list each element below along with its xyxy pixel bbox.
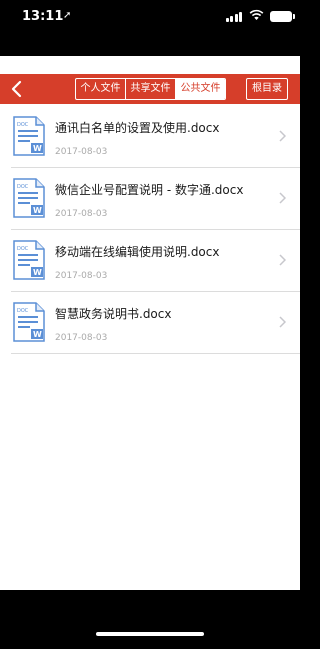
tab-shared-files[interactable]: 共享文件 bbox=[126, 79, 176, 99]
svg-text:DOC: DOC bbox=[17, 184, 29, 190]
chevron-right-icon bbox=[279, 130, 286, 142]
status-bar: 13:11 ➚ bbox=[0, 0, 300, 34]
status-time: 13:11 bbox=[22, 9, 64, 24]
nav-bar: 个人文件 共享文件 公共文件 根目录 bbox=[0, 74, 300, 104]
svg-text:DOC: DOC bbox=[17, 308, 29, 314]
file-list: DOC W 通讯白名单的设置及使用.docx 2017-08-03 DOC W … bbox=[0, 106, 300, 354]
file-tabs: 个人文件 共享文件 公共文件 bbox=[75, 78, 226, 100]
file-date: 2017-08-03 bbox=[55, 333, 108, 343]
home-indicator[interactable] bbox=[96, 632, 204, 636]
svg-text:W: W bbox=[33, 330, 42, 339]
battery-icon bbox=[270, 11, 295, 22]
file-list-item[interactable]: DOC W 微信企业号配置说明 - 数字通.docx 2017-08-03 bbox=[11, 168, 300, 230]
tab-personal-files[interactable]: 个人文件 bbox=[76, 79, 126, 99]
file-date: 2017-08-03 bbox=[55, 147, 108, 157]
file-name: 移动端在线编辑使用说明.docx bbox=[55, 245, 220, 259]
wifi-icon bbox=[249, 9, 264, 20]
file-date: 2017-08-03 bbox=[55, 209, 108, 219]
word-doc-icon: DOC W bbox=[13, 178, 45, 218]
app-screen: 个人文件 共享文件 公共文件 根目录 DOC W 通讯白名单的设置及使用.doc… bbox=[0, 56, 300, 590]
file-list-item[interactable]: DOC W 智慧政务说明书.docx 2017-08-03 bbox=[11, 292, 300, 354]
file-list-item[interactable]: DOC W 通讯白名单的设置及使用.docx 2017-08-03 bbox=[11, 106, 300, 168]
chevron-right-icon bbox=[279, 316, 286, 328]
word-doc-icon: DOC W bbox=[13, 116, 45, 156]
cellular-signal-icon bbox=[225, 12, 242, 22]
tab-public-files[interactable]: 公共文件 bbox=[176, 79, 225, 99]
root-directory-button[interactable]: 根目录 bbox=[246, 78, 288, 100]
file-date: 2017-08-03 bbox=[55, 271, 108, 281]
location-arrow-icon: ➚ bbox=[63, 10, 72, 21]
svg-text:W: W bbox=[33, 206, 42, 215]
word-doc-icon: DOC W bbox=[13, 302, 45, 342]
svg-text:DOC: DOC bbox=[17, 122, 29, 128]
svg-text:W: W bbox=[33, 268, 42, 277]
file-name: 通讯白名单的设置及使用.docx bbox=[55, 121, 220, 135]
file-name: 智慧政务说明书.docx bbox=[55, 307, 172, 321]
word-doc-icon: DOC W bbox=[13, 240, 45, 280]
file-name: 微信企业号配置说明 - 数字通.docx bbox=[55, 183, 244, 197]
back-arrow-icon[interactable] bbox=[10, 80, 22, 98]
svg-text:W: W bbox=[33, 144, 42, 153]
file-list-item[interactable]: DOC W 移动端在线编辑使用说明.docx 2017-08-03 bbox=[11, 230, 300, 292]
chevron-right-icon bbox=[279, 192, 286, 204]
chevron-right-icon bbox=[279, 254, 286, 266]
svg-text:DOC: DOC bbox=[17, 246, 29, 252]
